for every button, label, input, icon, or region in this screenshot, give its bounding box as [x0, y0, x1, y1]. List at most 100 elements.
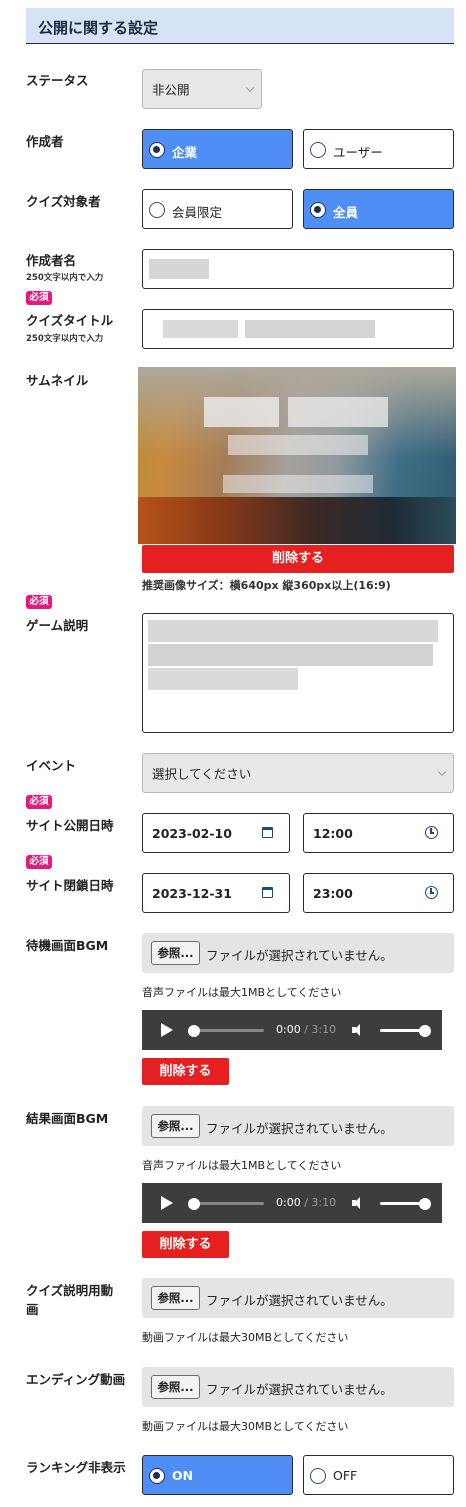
thumbnail-delete-button[interactable]: 削除する — [142, 545, 454, 573]
seek-bar[interactable] — [194, 1029, 264, 1032]
volume-knob[interactable] — [419, 1198, 431, 1210]
close-date-label: サイト閉鎖日時 — [26, 878, 114, 893]
thumbnail-note: 推奨画像サイズ：横640px 縦360px以上(16:9) — [142, 579, 391, 592]
quiz-title-label: クイズタイトル — [26, 313, 114, 328]
file-status: ファイルが選択されていません。 — [206, 1293, 393, 1308]
wait-bgm-audio-player: 0:00 / 3:10 — [142, 1010, 442, 1050]
duration: / 3:10 — [304, 1023, 337, 1036]
volume-icon[interactable] — [352, 1197, 366, 1209]
required-badge: 必須 — [26, 595, 52, 609]
file-status: ファイルが選択されていません。 — [206, 948, 393, 963]
duration: / 3:10 — [304, 1196, 337, 1209]
clock-icon[interactable] — [425, 886, 438, 899]
time-display: 0:00 / 3:10 — [276, 1023, 336, 1036]
seek-knob[interactable] — [188, 1198, 200, 1210]
game-desc-textarea[interactable] — [142, 613, 454, 733]
ending-video-file-input[interactable]: 参照... ファイルが選択されていません。 — [142, 1367, 454, 1407]
creator-name-label: 作成者名 — [26, 253, 77, 268]
thumbnail-label: サムネイル — [26, 373, 89, 388]
quiz-video-label: クイズ説明用動 — [26, 1283, 114, 1298]
volume-icon[interactable] — [352, 1024, 366, 1036]
play-icon[interactable] — [161, 1023, 173, 1037]
seek-knob[interactable] — [188, 1025, 200, 1037]
radio-unchecked-icon — [310, 1468, 326, 1484]
creator-option-company[interactable]: 企業 — [142, 129, 293, 169]
open-time-value: 12:00 — [313, 826, 353, 841]
ranking-hide-label: ランキング非表示 — [26, 1460, 126, 1475]
quiz-title-hint: 250文字以内で入力 — [26, 334, 104, 344]
status-select[interactable]: 非公開 — [142, 69, 262, 109]
browse-button[interactable]: 参照... — [151, 1375, 200, 1399]
redacted-text — [148, 620, 438, 642]
redacted-text — [148, 644, 433, 666]
wait-bgm-delete-button[interactable]: 削除する — [142, 1058, 229, 1085]
result-bgm-label: 結果画面BGM — [26, 1111, 109, 1126]
redacted-text — [163, 320, 238, 338]
result-bgm-file-input[interactable]: 参照... ファイルが選択されていません。 — [142, 1106, 454, 1146]
browse-button[interactable]: 参照... — [151, 1286, 200, 1310]
audience-option-members[interactable]: 会員限定 — [142, 189, 293, 229]
redacted-text — [245, 320, 375, 338]
play-icon[interactable] — [161, 1196, 173, 1210]
file-status: ファイルが選択されていません。 — [206, 1121, 393, 1136]
radio-unchecked-icon — [310, 142, 326, 158]
current-time: 0:00 — [276, 1023, 301, 1036]
ranking-hide-option-label: OFF — [333, 1468, 358, 1483]
radio-checked-icon — [310, 202, 326, 218]
creator-name-input[interactable] — [142, 249, 454, 289]
browse-button[interactable]: 参照... — [151, 1114, 200, 1138]
close-time-input[interactable]: 23:00 — [303, 873, 454, 913]
radio-checked-icon — [149, 1468, 165, 1484]
open-time-input[interactable]: 12:00 — [303, 813, 454, 853]
radio-unchecked-icon — [149, 202, 165, 218]
required-badge: 必須 — [26, 795, 52, 809]
result-bgm-delete-button[interactable]: 削除する — [142, 1231, 229, 1258]
creator-option-user[interactable]: ユーザー — [303, 129, 454, 169]
wait-bgm-note: 音声ファイルは最大1MBとしてください — [142, 986, 342, 999]
radio-checked-icon — [149, 142, 165, 158]
wait-bgm-label: 待機画面BGM — [26, 938, 109, 953]
calendar-icon[interactable] — [262, 827, 273, 838]
event-label: イベント — [26, 758, 77, 773]
calendar-icon[interactable] — [262, 887, 273, 898]
clock-icon[interactable] — [425, 826, 438, 839]
ranking-hide-on[interactable]: ON — [142, 1455, 293, 1495]
close-date-value: 2023-12-31 — [152, 886, 232, 901]
time-display: 0:00 / 3:10 — [276, 1196, 336, 1209]
event-value: 選択してください — [152, 766, 252, 782]
redacted-text — [148, 668, 298, 690]
quiz-video-note: 動画ファイルは最大30MBとしてください — [142, 1331, 349, 1344]
open-date-value: 2023-02-10 — [152, 826, 232, 841]
event-select[interactable]: 選択してください — [142, 753, 454, 793]
quiz-title-input[interactable] — [142, 309, 454, 349]
creator-name-hint: 250文字以内で入力 — [26, 273, 104, 283]
chevron-down-icon — [245, 83, 255, 93]
status-value: 非公開 — [152, 82, 190, 98]
ranking-hide-off[interactable]: OFF — [303, 1455, 454, 1495]
audience-option-all[interactable]: 全員 — [303, 189, 454, 229]
section-header: 公開に関する設定 — [26, 8, 454, 44]
ending-video-note: 動画ファイルは最大30MBとしてください — [142, 1420, 349, 1433]
volume-knob[interactable] — [419, 1025, 431, 1037]
wait-bgm-file-input[interactable]: 参照... ファイルが選択されていません。 — [142, 933, 454, 973]
ending-video-label: エンディング動画 — [26, 1372, 126, 1387]
audience-option-label: 全員 — [333, 205, 359, 220]
creator-option-label: 企業 — [172, 145, 198, 160]
redacted-text — [149, 259, 209, 279]
open-date-input[interactable]: 2023-02-10 — [142, 813, 290, 853]
chevron-down-icon — [437, 767, 447, 777]
quiz-video-file-input[interactable]: 参照... ファイルが選択されていません。 — [142, 1278, 454, 1318]
result-bgm-note: 音声ファイルは最大1MBとしてください — [142, 1159, 342, 1172]
current-time: 0:00 — [276, 1196, 301, 1209]
result-bgm-audio-player: 0:00 / 3:10 — [142, 1183, 442, 1223]
browse-button[interactable]: 参照... — [151, 941, 200, 965]
close-time-value: 23:00 — [313, 886, 353, 901]
seek-bar[interactable] — [194, 1202, 264, 1205]
creator-label: 作成者 — [26, 134, 64, 149]
quiz-video-label-2: 画 — [26, 1302, 39, 1317]
open-date-label: サイト公開日時 — [26, 818, 114, 833]
ranking-hide-option-label: ON — [172, 1468, 194, 1483]
close-date-input[interactable]: 2023-12-31 — [142, 873, 290, 913]
status-label: ステータス — [26, 73, 89, 88]
audience-option-label: 会員限定 — [172, 205, 223, 220]
